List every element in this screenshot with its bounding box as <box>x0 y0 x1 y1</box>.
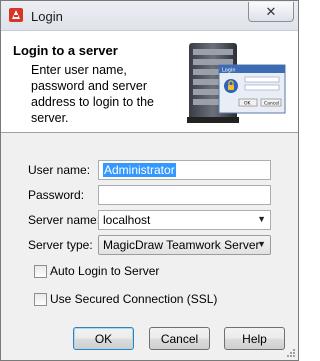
ssl-label[interactable]: Use Secured Connection (SSL) <box>50 292 217 306</box>
header-description: Enter user name, password and server add… <box>31 63 154 125</box>
user-name-label: User name: <box>28 163 91 177</box>
server-name-label: Server name: <box>28 213 101 227</box>
server-type-select[interactable]: MagicDraw Teamwork Server ▼ <box>98 235 271 255</box>
auto-login-label[interactable]: Auto Login to Server <box>50 264 159 278</box>
chevron-down-icon[interactable]: ▼ <box>257 214 266 224</box>
resize-grip-icon[interactable] <box>286 348 296 358</box>
art-cancel-label: Cancel <box>264 101 279 107</box>
art-dialog-title: Login <box>222 68 236 74</box>
server-type-row: Server type: MagicDraw Teamwork Server ▼ <box>1 235 298 255</box>
user-name-value: Administrator <box>103 163 176 177</box>
cancel-button[interactable]: Cancel <box>149 327 210 350</box>
magicdraw-app-icon <box>9 8 23 22</box>
header-title: Login to a server <box>13 43 118 58</box>
server-type-value: MagicDraw Teamwork Server <box>103 238 260 252</box>
art-ok-label: OK <box>244 101 252 107</box>
user-name-input[interactable]: Administrator <box>98 160 271 180</box>
close-button[interactable]: ✕ <box>248 2 294 22</box>
close-icon: ✕ <box>265 3 277 19</box>
ssl-checkbox[interactable] <box>34 293 47 306</box>
server-type-label: Server type: <box>28 238 93 252</box>
ok-button[interactable]: OK <box>73 327 134 350</box>
user-name-row: User name: Administrator <box>1 160 298 180</box>
server-name-row: Server name: localhost ▼ <box>1 210 298 230</box>
server-login-illustration: Login OK Cancel <box>187 43 286 123</box>
server-name-value: localhost <box>103 213 151 227</box>
password-row: Password: <box>1 185 298 205</box>
login-dialog: Login ✕ Login to a server Enter user nam… <box>0 0 299 361</box>
help-button[interactable]: Help <box>224 327 285 350</box>
title-bar[interactable]: Login ✕ <box>1 1 298 31</box>
ssl-option[interactable]: Use Secured Connection (SSL) <box>34 292 274 308</box>
dialog-header: Login to a server Enter user name, passw… <box>1 31 298 133</box>
chevron-down-icon[interactable]: ▼ <box>257 239 266 249</box>
window-title: Login <box>31 9 63 24</box>
password-input[interactable] <box>98 185 271 205</box>
auto-login-checkbox[interactable] <box>34 265 47 278</box>
password-label: Password: <box>28 188 85 202</box>
server-name-combobox[interactable]: localhost ▼ <box>98 210 271 230</box>
auto-login-option[interactable]: Auto Login to Server <box>34 264 274 280</box>
